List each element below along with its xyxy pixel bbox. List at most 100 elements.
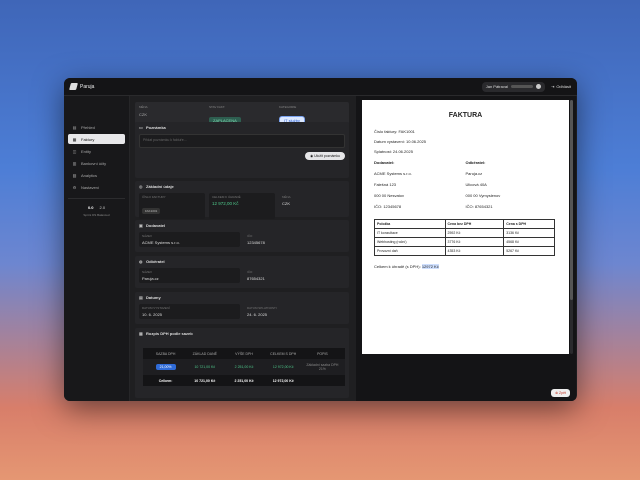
vat-amount: 2 251,00 Kč: [234, 365, 254, 369]
supplier-line: IČO: 12345678: [374, 204, 402, 209]
due-date-label: DATUM SPLATNOSTI: [247, 306, 277, 310]
table-cell: 3136 Kč: [503, 228, 555, 238]
logout-icon: ⇥: [550, 84, 555, 89]
customer-name-label: NÁZEV: [142, 270, 153, 274]
user-menu[interactable]: Jan Pátraval: [481, 81, 545, 92]
table-row: 21,00% 10 721,00 Kč 2 251,00 Kč 12 972,0…: [143, 359, 345, 375]
currency-value: CZK: [139, 112, 147, 117]
table-header: Cena bez DPH: [444, 219, 505, 229]
app-name: Paruja: [80, 83, 95, 90]
customer-ico-label: IČO: [247, 270, 253, 274]
version-info: 0.0 2.0: [68, 205, 125, 210]
table-header: Cena s DPH: [503, 219, 555, 229]
user-icon: ◍: [139, 258, 143, 264]
supplier-line: Falešná 123: [374, 182, 397, 187]
save-note-button[interactable]: ◉ Uložit poznámku: [305, 152, 345, 160]
basic-info-section: ◎ Základní údaje ČÍSLO FAKTURY FAK1001 CEL…: [135, 181, 349, 219]
bank-icon: ▥: [72, 160, 77, 166]
supplier-ico: 12345678: [247, 240, 265, 245]
vat-total-label: Celkem:: [158, 378, 173, 383]
sidebar-item-entities[interactable]: ◫ Entity: [68, 146, 125, 156]
vat-total-row: Celkem: 10 721,00 Kč 2 251,00 Kč 12 972,…: [143, 375, 345, 386]
invoice-header-summary: MĚNA CZK STAV FAKT. ZAPLACENA KATEGORIE IT …: [135, 102, 349, 125]
customer-line: IČO: 87654321: [465, 204, 493, 209]
note-section: ▭ Poznámka Přidat poznámku k faktuře... ◉…: [135, 122, 349, 178]
customer-line: Paruja.cz: [465, 171, 483, 176]
customer-ico: 87654321: [247, 276, 265, 281]
settings-icon: ⚙: [72, 184, 77, 190]
sidebar-item-label: Faktury: [81, 136, 95, 142]
save-note-label: Uložit poznámku: [314, 154, 340, 158]
logout-button[interactable]: ⇥ Odhlásit: [551, 84, 571, 89]
total-label: CELKEM K ÚHRADĚ: [212, 195, 241, 199]
supplier-line: 000 00 Nesvatov: [374, 193, 405, 198]
supplier-name: ACME Systems s.r.o.: [142, 240, 180, 245]
table-cell: 3776 Kč: [444, 237, 505, 247]
sidebar-item-label: Analytics: [81, 172, 98, 178]
info-icon: ◎: [139, 183, 143, 189]
preview-scrollbar[interactable]: [570, 100, 573, 354]
dates-section: ▤ Datumy DATUM VYSTAVENÍ 10. 6. 2025 DATUM…: [135, 292, 349, 324]
vat-total-base: 10 721,00 Kč: [194, 378, 216, 383]
vat-total-vat: 2 251,00 Kč: [234, 378, 254, 383]
sidebar-item-analytics[interactable]: ▧ Analytics: [68, 170, 125, 180]
sidebar-item-label: Entity: [81, 148, 92, 154]
issue-date: 10. 6. 2025: [142, 312, 163, 317]
vat-rate: 21,00%: [155, 364, 176, 370]
supplier-line: ACME Systems s.r.o.: [374, 171, 412, 176]
vat-header: ZÁKLAD DANĚ: [192, 351, 217, 356]
sidebar-item-bank-accounts[interactable]: ▥ Bankovní účty: [68, 158, 125, 168]
app-logo[interactable]: Paruja: [69, 83, 95, 90]
logout-label: Odhlásit: [556, 84, 571, 89]
invoice-total: Celkem k úhradě (s DPH): 12972 Kč: [374, 264, 557, 269]
customer-section: ◍ Odběratel NÁZEV Paruja.cz IČO 87654321: [135, 256, 349, 288]
invoice-icon: ▦: [72, 136, 77, 142]
invoice-items-table: Položka Cena bez DPH Cena s DPH IT konzu…: [374, 219, 555, 256]
sidebar-item-settings[interactable]: ⚙ Nastavení: [68, 182, 125, 192]
customer-heading: Odběratel:: [465, 160, 486, 165]
table-cell: Provozní daň: [374, 246, 446, 256]
issue-date-label: DATUM VYSTAVENÍ: [142, 306, 170, 310]
calendar-icon: ▤: [139, 294, 143, 300]
supplier-heading: Dodavatel:: [374, 160, 395, 165]
table-cell: 2592 Kč: [444, 228, 505, 238]
invoice-total-value[interactable]: 12972 Kč: [421, 264, 439, 269]
table-row: Webhosting (roční) 3776 Kč 4568 Kč: [374, 237, 555, 247]
user-name: Jan Pátraval: [485, 84, 508, 89]
analytics-icon: ▧: [72, 172, 77, 178]
invoice-total-label: Celkem k úhradě (s DPH):: [374, 264, 421, 269]
vat-header: CELKEM S DPH: [270, 351, 297, 356]
sidebar-item-invoices[interactable]: ▦ Faktury: [68, 134, 125, 144]
category-label: KATEGORIE: [279, 105, 297, 109]
building-icon: ▣: [139, 222, 143, 228]
invoice-number-value: FAK1001: [142, 208, 161, 214]
version-a: 0.0: [87, 205, 94, 210]
due-date: 24. 6. 2025: [247, 312, 268, 317]
status-label: STAV FAKT.: [209, 105, 226, 109]
table-cell: 4353 Kč: [444, 246, 505, 256]
back-button[interactable]: ⊗ Zpět: [551, 389, 570, 397]
version-sub: Sprint DS Balanced: [83, 213, 110, 217]
version-b: 2.0: [99, 205, 106, 210]
sidebar-item-overview[interactable]: ▤ Přehled: [68, 122, 125, 132]
sidebar-divider: [68, 198, 125, 199]
vat-header: VÝŠE DPH: [235, 351, 253, 356]
user-email-blur: [510, 85, 533, 88]
avatar: [535, 84, 541, 89]
invoice-number-label: ČÍSLO FAKTURY: [142, 195, 166, 199]
invoice-document: FAKTURA Číslo faktury: FAK1001 Datum vys…: [362, 100, 569, 354]
sidebar-item-label: Nastavení: [81, 184, 100, 190]
vat-base: 10 721,00 Kč: [194, 365, 216, 369]
table-row: IT konzultace 2592 Kč 3136 Kč: [374, 228, 555, 238]
invoice-issued: Datum vystavení: 10.06.2025: [374, 139, 427, 144]
total-value: 12 972,00 Kč: [212, 201, 239, 206]
scrollbar-thumb[interactable]: [570, 100, 573, 300]
customer-title: Odběratel: [146, 259, 165, 264]
supplier-name-label: NÁZEV: [142, 234, 153, 238]
note-icon: ▭: [139, 124, 143, 130]
table-cell: IT konzultace: [374, 228, 446, 238]
note-input[interactable]: Přidat poznámku k faktuře...: [139, 134, 345, 148]
table-row: Provozní daň 4353 Kč 5267 Kč: [374, 246, 555, 256]
table-icon: ▦: [139, 330, 143, 336]
sidebar: ▤ Přehled ▦ Faktury ◫ Entity ▥ Bankovní …: [64, 96, 130, 401]
